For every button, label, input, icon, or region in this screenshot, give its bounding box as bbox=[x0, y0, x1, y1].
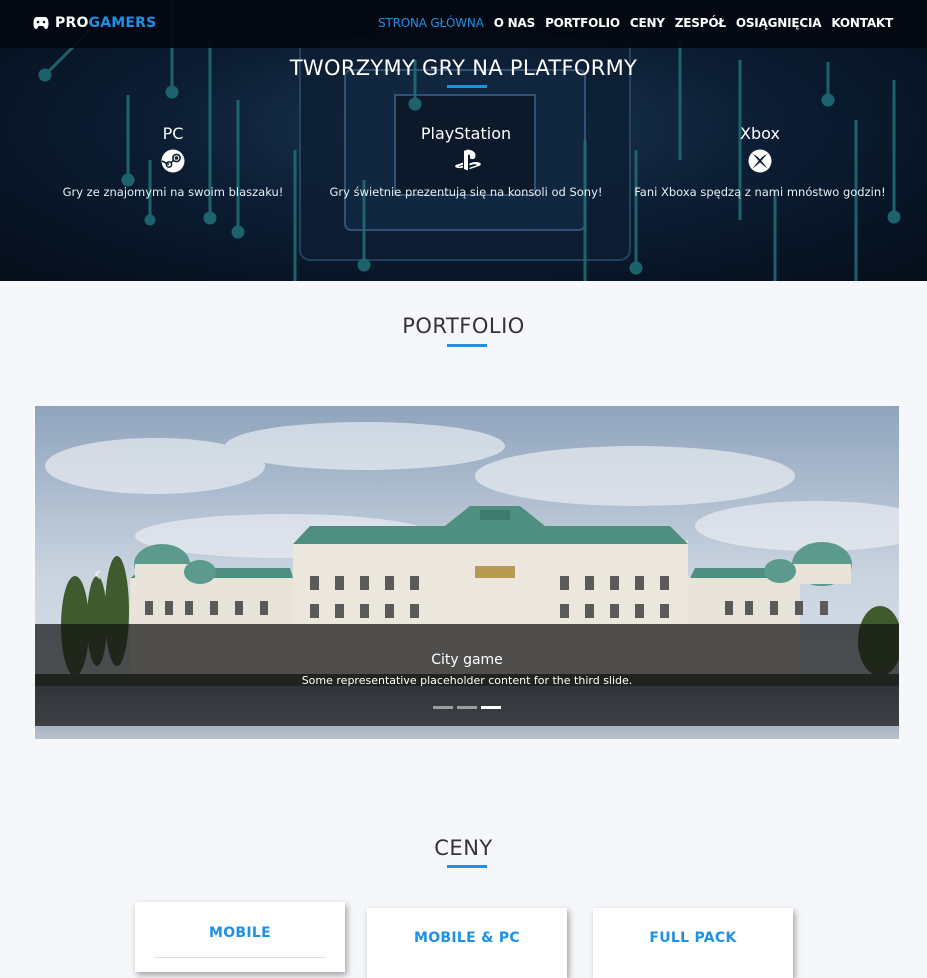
platform-name: PlayStation bbox=[420, 124, 512, 143]
nav-item-about[interactable]: O NAS bbox=[494, 16, 536, 30]
playstation-icon bbox=[454, 149, 481, 173]
nav-item-prices[interactable]: CENY bbox=[630, 16, 665, 30]
caption-text: Some representative placeholder content … bbox=[301, 674, 633, 687]
xbox-icon bbox=[748, 149, 772, 173]
brand-gamers: GAMERS bbox=[88, 15, 157, 31]
chevron-left-icon[interactable]: ‹ bbox=[93, 562, 102, 587]
carousel-indicator[interactable] bbox=[481, 706, 501, 709]
price-card-title: MOBILE bbox=[209, 925, 271, 941]
nav-item-contact[interactable]: KONTAKT bbox=[831, 16, 893, 30]
portfolio-carousel[interactable]: ‹ City game Some representative placehol… bbox=[35, 406, 899, 739]
price-card-title: MOBILE & PC bbox=[414, 930, 520, 946]
steam-icon bbox=[161, 149, 185, 173]
price-card-mobile[interactable]: MOBILE bbox=[135, 902, 345, 972]
brand-logo[interactable]: PROGAMERS bbox=[33, 15, 156, 31]
gamepad-icon bbox=[33, 17, 49, 29]
platform-name: Xbox bbox=[740, 124, 780, 143]
price-card-full-pack[interactable]: FULL PACK bbox=[593, 908, 793, 978]
hero-title: TWORZYMY GRY NA PLATFORMY bbox=[289, 56, 638, 80]
caption-title: City game bbox=[431, 652, 503, 668]
platform-name: PC bbox=[162, 124, 184, 143]
pricing-title: CENY bbox=[434, 836, 493, 860]
portfolio-title: PORTFOLIO bbox=[402, 314, 525, 338]
nav-item-team[interactable]: ZESPÓŁ bbox=[675, 16, 726, 30]
nav-item-achievements[interactable]: OSIĄGNIĘCIA bbox=[736, 16, 822, 30]
platform-playstation: PlayStation Gry świetnie prezentują się … bbox=[316, 124, 616, 199]
carousel-indicators bbox=[433, 706, 501, 709]
navbar: PROGAMERS STRONA GŁÓWNA O NAS PORTFOLIO … bbox=[0, 0, 927, 48]
brand-pro: PRO bbox=[55, 15, 89, 31]
platform-description: Gry ze znajomymi na swoim blaszaku! bbox=[62, 185, 284, 199]
main-nav: STRONA GŁÓWNA O NAS PORTFOLIO CENY ZESPÓ… bbox=[368, 16, 893, 30]
platform-description: Fani Xboxa spędzą z nami mnóstwo godzin! bbox=[634, 185, 886, 199]
nav-item-home[interactable]: STRONA GŁÓWNA bbox=[378, 16, 484, 30]
price-card-mobile-pc[interactable]: MOBILE & PC bbox=[367, 908, 567, 978]
nav-item-portfolio[interactable]: PORTFOLIO bbox=[545, 16, 620, 30]
portfolio-title-underline bbox=[447, 344, 487, 347]
carousel-caption: City game Some representative placeholde… bbox=[35, 624, 899, 726]
pricing-title-underline bbox=[447, 865, 487, 868]
platform-description: Gry świetnie prezentują się na konsoli o… bbox=[329, 185, 603, 199]
hero-title-underline bbox=[447, 85, 487, 88]
carousel-indicator[interactable] bbox=[457, 706, 477, 709]
platform-pc: PC Gry ze znajomymi na swoim blaszaku! bbox=[23, 124, 323, 199]
platform-xbox: Xbox Fani Xboxa spędzą z nami mnóstwo go… bbox=[610, 124, 910, 199]
price-card-title: FULL PACK bbox=[649, 930, 737, 946]
carousel-indicator[interactable] bbox=[433, 706, 453, 709]
